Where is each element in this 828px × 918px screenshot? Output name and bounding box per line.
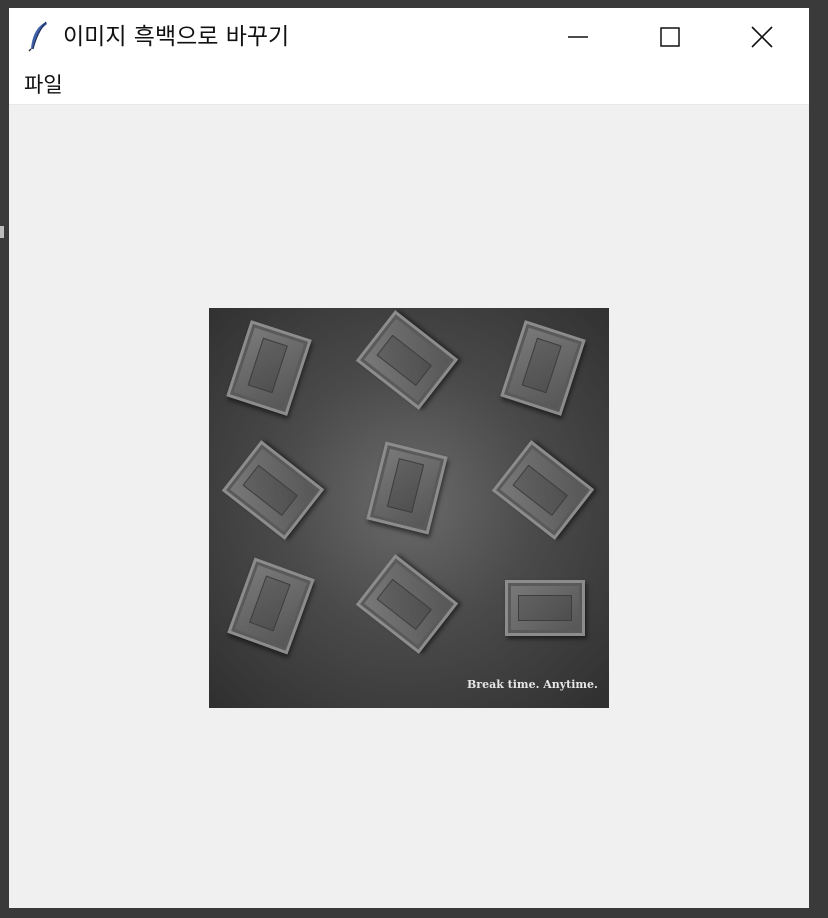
image-tagline: Break time. Anytime. [467, 678, 598, 691]
background-window-edge [0, 226, 4, 238]
menu-item-file[interactable]: 파일 [24, 71, 63, 99]
close-icon [751, 25, 773, 48]
maximize-icon [660, 26, 680, 47]
feather-icon [28, 21, 47, 52]
chocolate-bar [355, 310, 459, 410]
title-bar[interactable]: 이미지 흑백으로 바꾸기 [9, 8, 809, 65]
chocolate-bar [221, 440, 325, 540]
chocolate-bar [355, 554, 459, 654]
minimize-icon [568, 35, 588, 38]
maximize-button[interactable] [624, 8, 716, 65]
chocolate-bar [491, 440, 595, 540]
window-title: 이미지 흑백으로 바꾸기 [63, 24, 290, 50]
close-button[interactable] [716, 8, 808, 65]
content-area: Break time. Anytime. [9, 105, 809, 908]
app-window: 이미지 흑백으로 바꾸기 파일 Break time. Anytime. [9, 8, 809, 908]
minimize-button[interactable] [532, 8, 624, 65]
chocolate-bar [366, 441, 448, 535]
chocolate-bar [227, 557, 315, 655]
chocolate-bar [505, 580, 585, 636]
grayscale-image: Break time. Anytime. [209, 308, 609, 708]
menu-bar: 파일 [9, 65, 809, 105]
chocolate-bar [226, 320, 312, 416]
chocolate-bar [500, 320, 586, 416]
